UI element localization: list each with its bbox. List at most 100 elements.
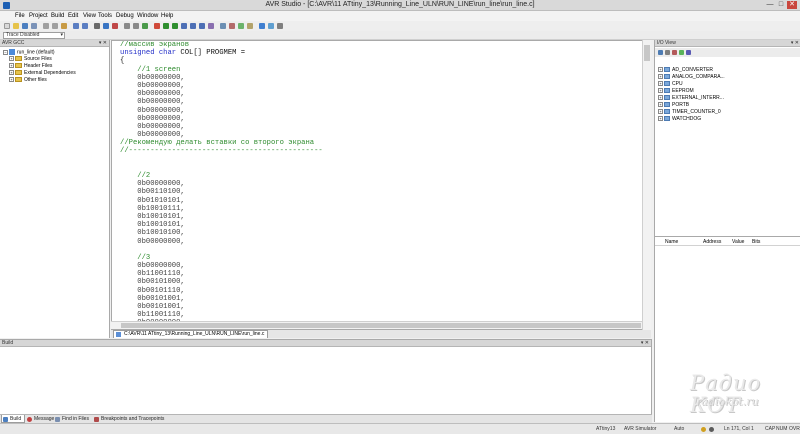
menu-help[interactable]: Help [161, 12, 173, 20]
expand-icon[interactable]: + [658, 109, 663, 115]
code-line[interactable] [120, 164, 323, 172]
expand-icon[interactable]: + [658, 116, 663, 122]
expand-icon[interactable]: + [9, 77, 14, 83]
tree-item-source-files[interactable]: + Source Files [9, 56, 52, 62]
panel-close-icon[interactable]: ▾ ✕ [99, 40, 107, 47]
code-line[interactable]: //3 [120, 254, 323, 262]
code-line[interactable] [120, 246, 323, 254]
panel-close-icon[interactable]: ▾ ✕ [791, 40, 799, 47]
code-line[interactable]: 0b10010101, [120, 221, 323, 229]
io-item-external-interrupt[interactable]: + EXTERNAL_INTERR... [658, 95, 724, 101]
code-line[interactable] [120, 156, 323, 164]
save-icon[interactable] [22, 23, 28, 29]
code-line[interactable]: 0b10010101, [120, 213, 323, 221]
tree-item-header-files[interactable]: + Header Files [9, 63, 52, 69]
watch-icon[interactable] [238, 23, 244, 29]
code-line[interactable]: 0b00000000, [120, 115, 323, 123]
stop-icon[interactable] [154, 23, 160, 29]
new-file-icon[interactable] [4, 23, 10, 29]
tree-item-other-files[interactable]: + Other files [9, 77, 47, 83]
close-button[interactable]: ✕ [787, 1, 797, 9]
expand-icon[interactable]: + [658, 95, 663, 101]
step-out-icon[interactable] [199, 23, 205, 29]
code-line[interactable]: //--------------------------------------… [120, 147, 323, 155]
code-line[interactable]: 0b00000000, [120, 98, 323, 106]
code-line[interactable]: //Рекомендую делать вставки со второго э… [120, 139, 323, 147]
find-icon[interactable] [94, 23, 100, 29]
connect-icon[interactable] [268, 23, 274, 29]
options-icon[interactable] [277, 23, 283, 29]
column-bits[interactable]: Bits [752, 239, 760, 246]
expand-icon[interactable]: + [658, 67, 663, 73]
code-line[interactable]: 0b11001110, [120, 270, 323, 278]
io-bits-icon[interactable] [672, 50, 677, 55]
code-line[interactable]: 0b11001110, [120, 311, 323, 319]
expand-icon[interactable]: + [9, 63, 14, 69]
document-tab[interactable]: C:\AVR\11 ATtiny_13\Running_Line_ULN\RUN… [113, 330, 269, 338]
code-line[interactable]: //2 [120, 172, 323, 180]
code-editor[interactable]: //массив экранов unsigned char COL[] PROG… [111, 40, 651, 330]
bookmark-icon[interactable] [103, 23, 109, 29]
io-view-icon[interactable] [658, 50, 663, 55]
column-address[interactable]: Address [703, 239, 721, 246]
code-text[interactable]: //массив экранов unsigned char COL[] PROG… [120, 41, 323, 328]
io-collapse-icon[interactable] [686, 50, 691, 55]
code-line[interactable]: 0b00000000, [120, 262, 323, 270]
tab-message[interactable]: Message [26, 415, 54, 423]
compile-icon[interactable] [142, 23, 148, 29]
code-line[interactable]: 0b00000000, [120, 107, 323, 115]
io-item-eeprom[interactable]: + EEPROM [658, 88, 694, 94]
menu-window[interactable]: Window [137, 12, 158, 20]
code-line[interactable]: 0b00000000, [120, 74, 323, 82]
step-into-icon[interactable] [181, 23, 187, 29]
open-folder-icon[interactable] [13, 23, 19, 29]
tab-find-in-files[interactable]: Find in Files [54, 415, 92, 423]
run-icon[interactable] [163, 23, 169, 29]
expand-icon[interactable]: + [658, 88, 663, 94]
io-item-timer-counter[interactable]: + TIMER_COUNTER_0 [658, 109, 721, 115]
code-line[interactable]: 0b01010101, [120, 197, 323, 205]
io-grid-icon[interactable] [665, 50, 670, 55]
menu-edit[interactable]: Edit [68, 12, 78, 20]
io-item-watchdog[interactable]: + WATCHDOG [658, 116, 701, 122]
code-line[interactable]: //1 screen [120, 66, 323, 74]
io-item-analog-comparator[interactable]: + ANALOG_COMPARA... [658, 74, 725, 80]
io-item-ad-converter[interactable]: + AD_CONVERTER [658, 67, 713, 73]
code-line[interactable]: 0b00000000, [120, 90, 323, 98]
code-line[interactable]: 0b00000000, [120, 180, 323, 188]
memory-icon[interactable] [247, 23, 253, 29]
menu-debug[interactable]: Debug [116, 12, 134, 20]
expand-icon[interactable]: + [658, 81, 663, 87]
code-line[interactable]: unsigned char COL[] PROGMEM = [120, 49, 323, 57]
editor-horizontal-scrollbar[interactable] [111, 321, 642, 329]
menu-tools[interactable]: Tools [98, 12, 112, 20]
paste-icon[interactable] [61, 23, 67, 29]
code-line[interactable]: 0b00101001, [120, 295, 323, 303]
trace-select[interactable]: Trace Disabled ▾ [3, 32, 65, 39]
minimize-button[interactable]: — [765, 1, 775, 9]
menu-view[interactable]: View [83, 12, 96, 20]
tab-build[interactable]: Build [1, 415, 25, 423]
scrollbar-thumb[interactable] [644, 45, 650, 61]
program-chip-icon[interactable] [259, 23, 265, 29]
code-line[interactable]: { [120, 57, 323, 65]
editor-vertical-scrollbar[interactable] [642, 40, 651, 330]
step-over-icon[interactable] [190, 23, 196, 29]
column-name[interactable]: Name [665, 239, 678, 246]
maximize-button[interactable]: □ [776, 1, 786, 9]
code-line[interactable]: 0b00101110, [120, 287, 323, 295]
code-line[interactable]: 0b00000000, [120, 123, 323, 131]
menu-project[interactable]: Project [29, 12, 48, 20]
io-expand-icon[interactable] [679, 50, 684, 55]
copy-icon[interactable] [52, 23, 58, 29]
code-line[interactable]: 0b00000000, [120, 82, 323, 90]
panel-close-icon[interactable]: ▾ ✕ [641, 340, 649, 347]
expand-icon[interactable]: + [658, 74, 663, 80]
io-item-cpu[interactable]: + CPU [658, 81, 683, 87]
run-to-cursor-icon[interactable] [208, 23, 214, 29]
menu-build[interactable]: Build [51, 12, 64, 20]
menu-file[interactable]: File [15, 12, 25, 20]
build-icon[interactable] [124, 23, 130, 29]
disassembler-icon[interactable] [229, 23, 235, 29]
reset-icon[interactable] [220, 23, 226, 29]
